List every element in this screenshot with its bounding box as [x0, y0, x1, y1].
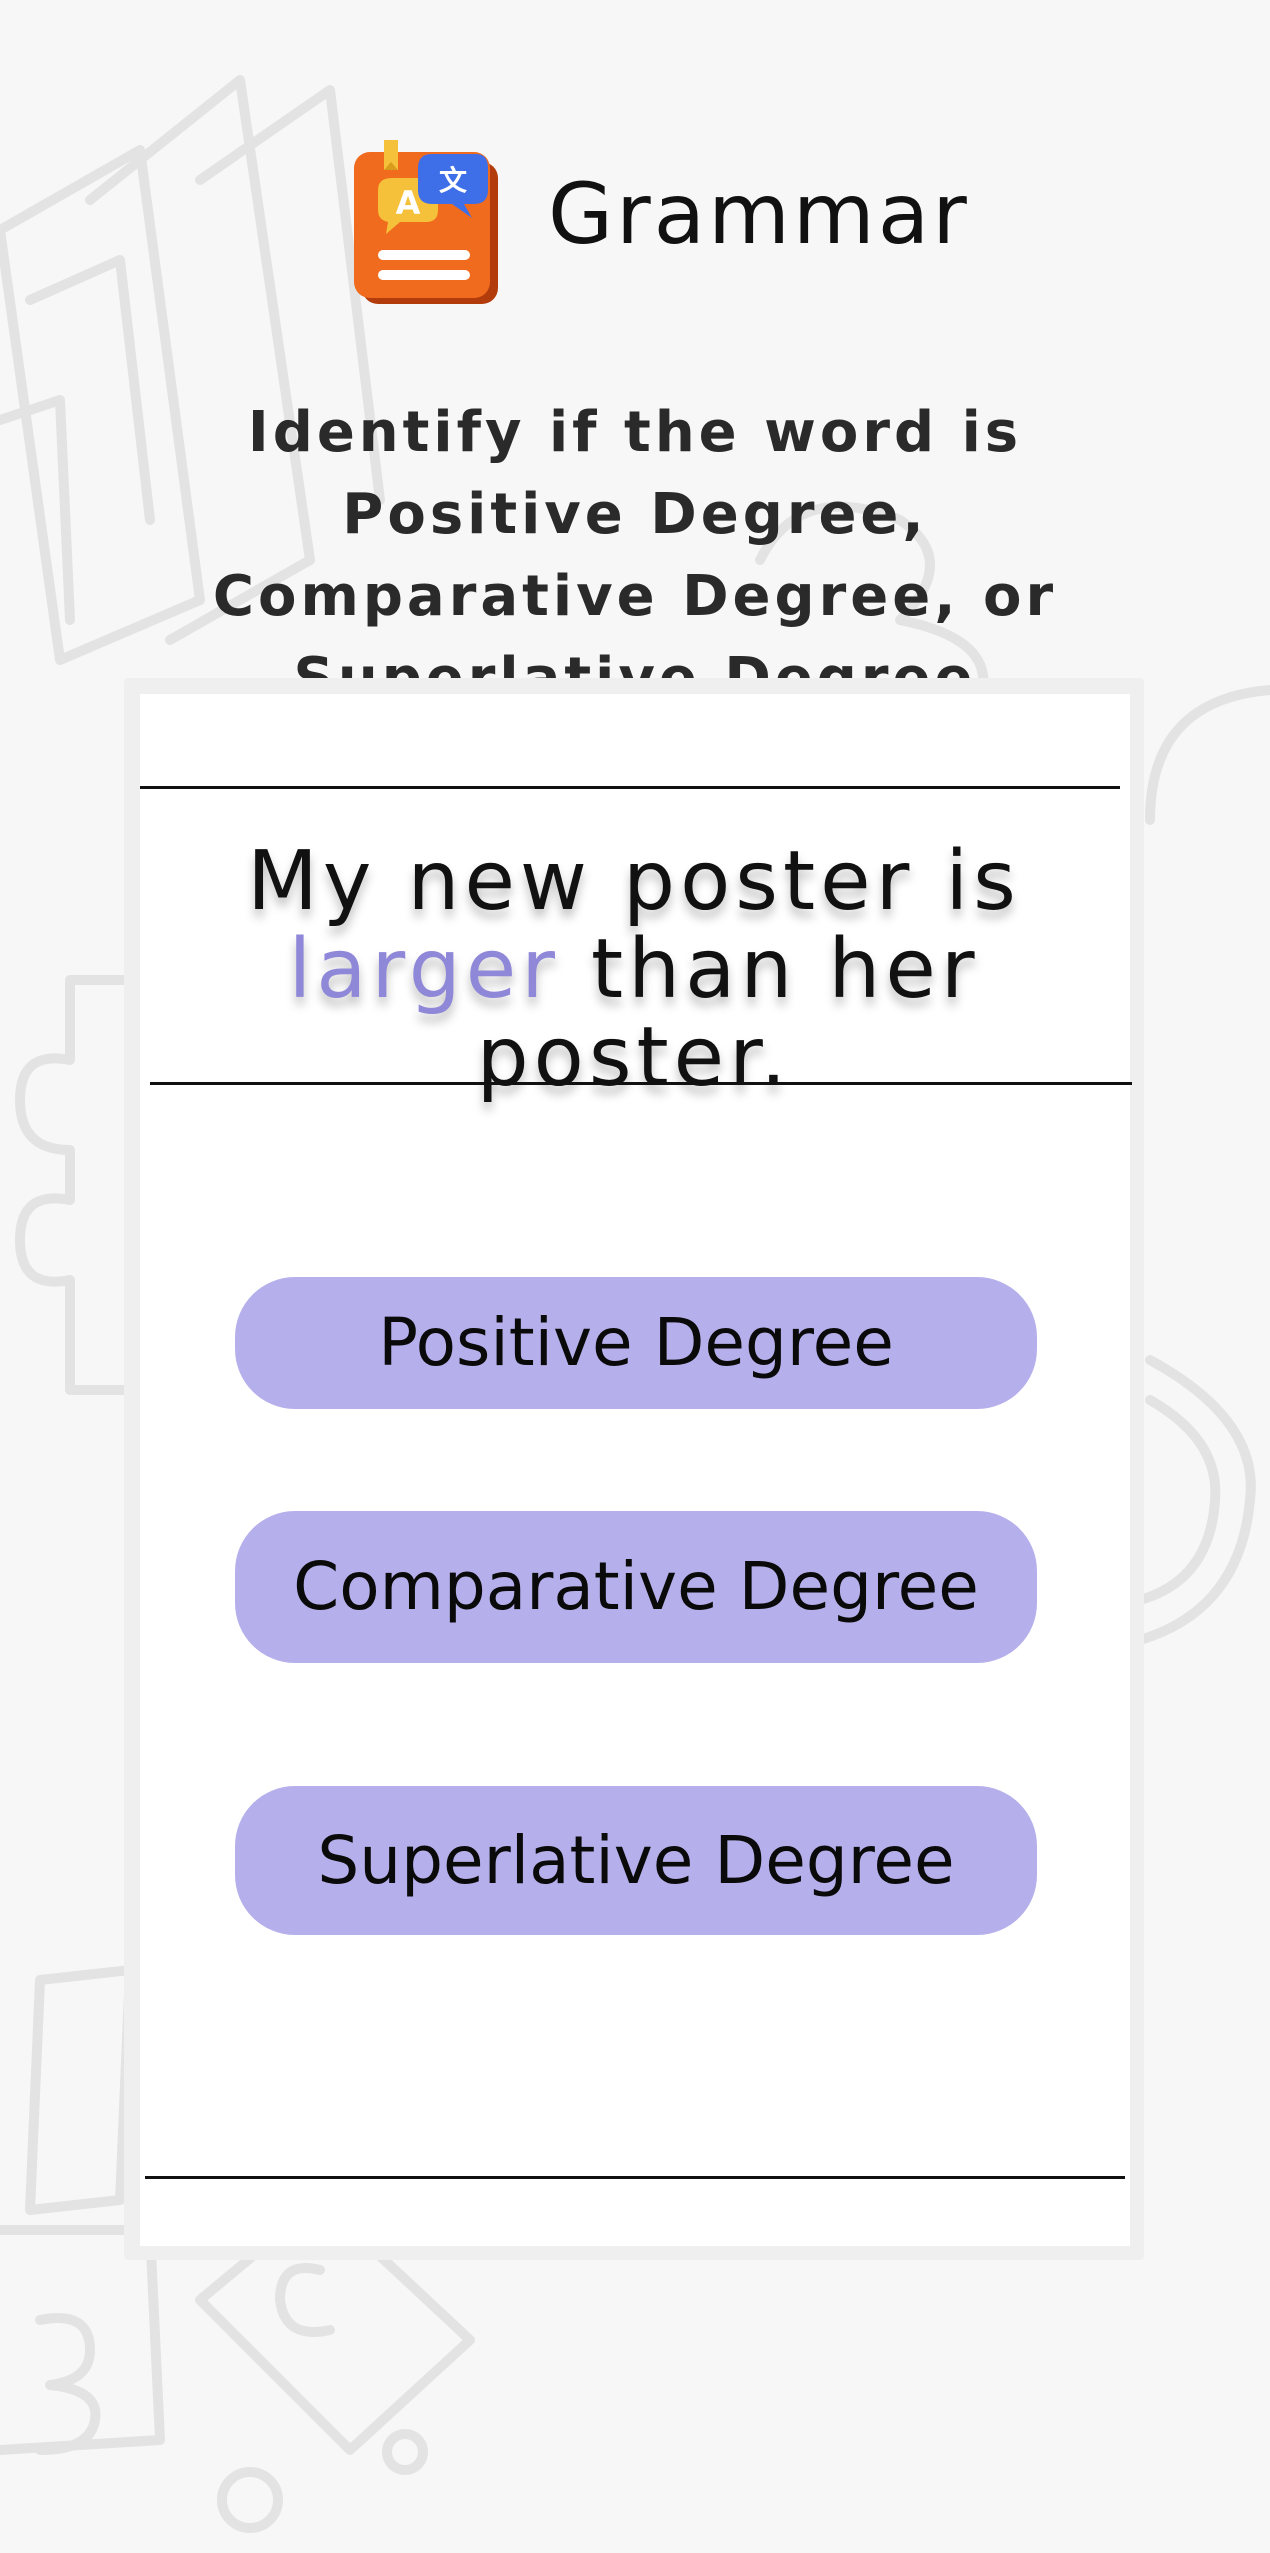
svg-text:A: A [396, 184, 421, 222]
highlighted-word: larger [288, 922, 560, 1017]
option-positive-degree[interactable]: Positive Degree [235, 1277, 1037, 1409]
app-title: Grammar [548, 165, 970, 263]
divider-bottom [145, 2176, 1125, 2179]
divider-middle [150, 1082, 1132, 1085]
arc-doodle [1145, 685, 1270, 825]
option-superlative-degree[interactable]: Superlative Degree [235, 1786, 1037, 1935]
app-header: A 文 Grammar [0, 130, 1270, 320]
question-text-start: My new poster is [247, 834, 1021, 929]
svg-text:文: 文 [439, 164, 467, 197]
instruction-text: Identify if the word is Positive Degree,… [212, 400, 1058, 711]
grammar-book-icon: A 文 [354, 140, 498, 304]
divider-top [140, 786, 1120, 789]
question-sentence: My new poster is larger than her poster. [124, 838, 1144, 1102]
option-comparative-degree[interactable]: Comparative Degree [235, 1511, 1037, 1663]
